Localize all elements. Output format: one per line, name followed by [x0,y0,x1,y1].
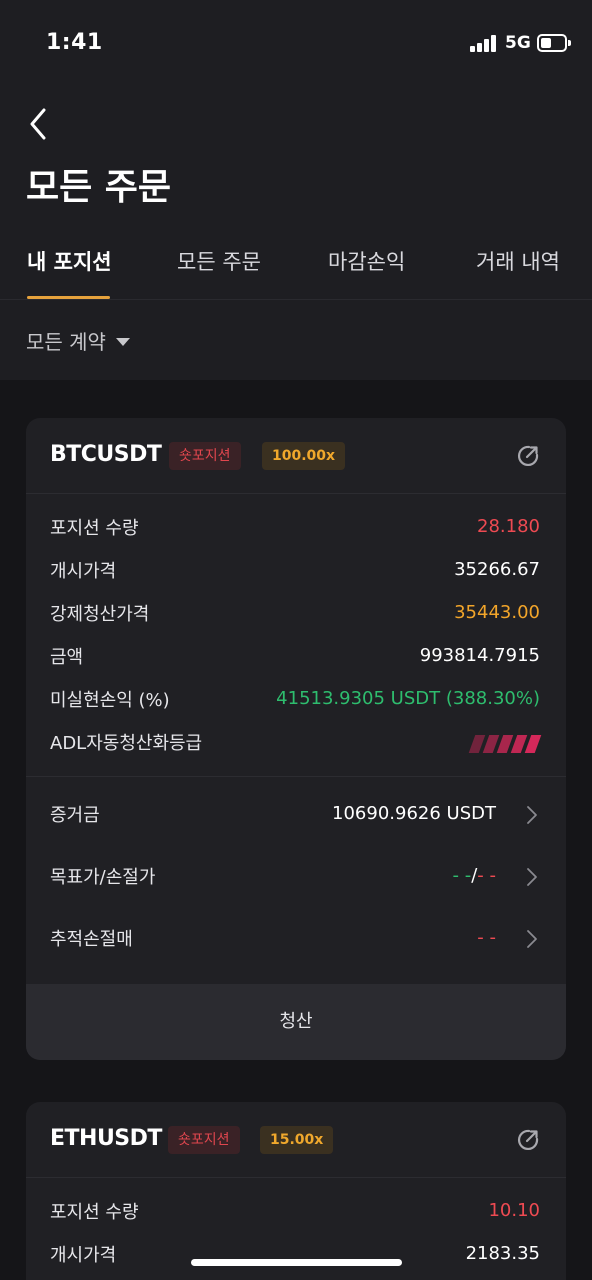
contract-filter-label: 모든 계약 [26,330,106,354]
row-unrealized-pnl: 미실현손익 (%) 41513.9305 USDT (388.30%) [26,676,566,719]
position-card-eth: ETHUSDT 숏포지션 15.00x 포지션 수량 10.10 개시가격 21… [26,1102,566,1280]
card-header: BTCUSDT 숏포지션 100.00x [26,418,566,494]
status-time: 1:41 [46,30,103,55]
tab-my-positions[interactable]: 내 포지션 [27,246,112,276]
chevron-right-icon [527,930,537,948]
position-card-btc: BTCUSDT 숏포지션 100.00x 포지션 수량 28.180 개시가격 … [26,418,566,1060]
tp-sl-label: 목표가/손절가 [50,867,156,888]
chevron-right-icon [527,806,537,824]
amount-label: 금액 [50,647,84,668]
position-size-value: 28.180 [477,516,540,537]
network-label: 5G [505,33,531,53]
adl-level-indicator [468,735,542,753]
row-adl-level: ADL자동청산화등급 [26,719,566,762]
entry-price-value: 35266.67 [454,559,540,580]
active-tab-indicator [27,296,110,299]
battery-tip [568,40,571,46]
margin-value: 10690.9626 USDT [332,803,496,824]
position-size-value: 10.10 [488,1200,540,1221]
row-position-size: 포지션 수량 10.10 [26,1188,566,1231]
trailing-stop-label: 추적손절매 [50,929,133,950]
tp-sl-value: - -/- - [452,865,496,886]
contract-filter-dropdown[interactable]: 모든 계약 [26,326,130,355]
share-icon[interactable] [516,444,540,468]
caret-down-icon [115,337,130,346]
trailing-stop-row[interactable]: 추적손절매 - - [26,907,566,969]
trailing-stop-value: - - [477,927,496,948]
side-badge: 숏포지션 [168,1126,240,1154]
unrealized-pnl-label: 미실현손익 (%) [50,690,170,711]
entry-price-label: 개시가격 [50,561,117,582]
position-size-label: 포지션 수량 [50,518,139,539]
entry-price-label: 개시가격 [50,1245,117,1266]
unrealized-pnl-value: 41513.9305 USDT (388.30%) [276,688,540,709]
row-amount: 금액 993814.7915 [26,633,566,676]
chevron-left-icon [30,108,46,140]
tp-value: - - [452,865,472,886]
status-bar: 1:41 5G [0,0,592,88]
tab-all-orders[interactable]: 모든 주문 [177,246,261,276]
symbol-label: BTCUSDT [50,442,162,467]
liquidation-price-label: 강제청산가격 [50,604,150,625]
row-entry-price: 개시가격 35266.67 [26,547,566,590]
divider [26,776,566,777]
card-header: ETHUSDT 숏포지션 15.00x [26,1102,566,1178]
page-title: 모든 주문 [26,167,172,208]
close-position-button[interactable]: 청산 [26,984,566,1060]
tab-bar: 내 포지션 모든 주문 마감손익 거래 내역 [0,240,592,300]
adl-bar [524,735,542,753]
row-entry-price: 개시가격 2183.35 [26,1231,566,1274]
symbol-label: ETHUSDT [50,1126,162,1151]
sl-value: - - [477,865,496,886]
adl-level-label: ADL자동청산화등급 [50,733,203,754]
margin-label: 증거금 [50,805,100,826]
row-position-size: 포지션 수량 28.180 [26,504,566,547]
leverage-badge: 15.00x [260,1126,334,1154]
position-size-label: 포지션 수량 [50,1202,139,1223]
side-badge: 숏포지션 [169,442,241,470]
liquidation-price-value: 35443.00 [454,602,540,623]
tp-sl-row[interactable]: 목표가/손절가 - -/- - [26,845,566,907]
back-button[interactable] [24,104,60,144]
tab-trade-history[interactable]: 거래 내역 [476,246,560,276]
row-liquidation-price: 강제청산가격 35443.00 [26,590,566,633]
tab-closed-pnl[interactable]: 마감손익 [328,246,405,276]
home-indicator[interactable] [191,1259,402,1266]
battery-icon [537,34,567,52]
entry-price-value: 2183.35 [465,1243,540,1264]
chevron-right-icon [527,868,537,886]
share-icon[interactable] [516,1128,540,1152]
amount-value: 993814.7915 [419,645,540,666]
leverage-badge: 100.00x [262,442,346,470]
signal-icon [470,34,498,52]
margin-row[interactable]: 증거금 10690.9626 USDT [26,783,566,845]
